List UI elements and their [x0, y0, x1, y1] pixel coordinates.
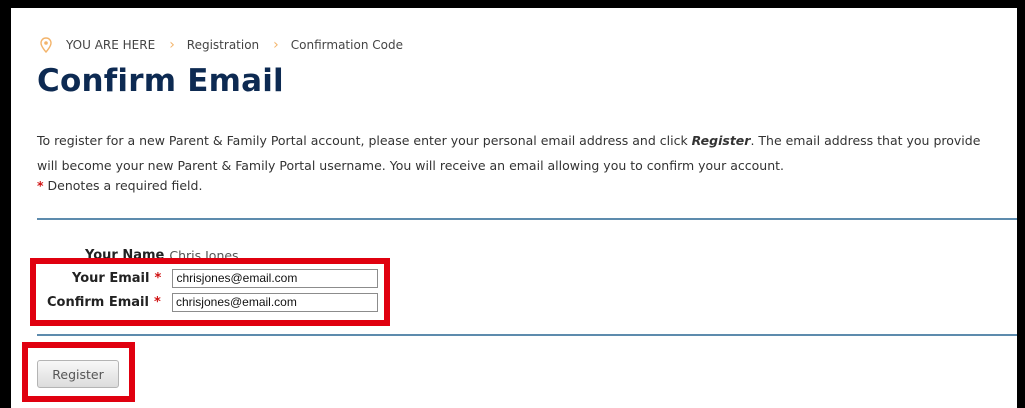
map-pin-icon — [40, 37, 52, 53]
breadcrumb-item-confirmation-code: Confirmation Code — [290, 38, 403, 52]
register-button-highlight — [22, 342, 135, 402]
screenshot-frame-top — [0, 0, 1025, 8]
required-note-text: Denotes a required field. — [47, 178, 203, 193]
intro-text-start: To register for a new Parent & Family Po… — [37, 133, 692, 148]
required-field-note: * Denotes a required field. — [37, 178, 202, 193]
intro-keyword-register: Register — [691, 133, 751, 148]
breadcrumb: YOU ARE HERE › Registration › Confirmati… — [40, 36, 403, 54]
breadcrumb-prefix: YOU ARE HERE — [66, 38, 156, 52]
chevron-right-icon: › — [273, 37, 279, 53]
divider-top — [37, 218, 1017, 220]
breadcrumb-item-registration[interactable]: Registration — [187, 38, 259, 52]
screenshot-frame-right — [1017, 0, 1025, 408]
required-asterisk: * — [37, 178, 44, 193]
screenshot-frame-left — [0, 0, 11, 408]
intro-text: To register for a new Parent & Family Po… — [37, 128, 997, 178]
chevron-right-icon: › — [169, 37, 175, 53]
divider-bottom — [37, 334, 1017, 336]
email-fields-highlight — [30, 258, 390, 326]
page-title: Confirm Email — [37, 63, 284, 99]
